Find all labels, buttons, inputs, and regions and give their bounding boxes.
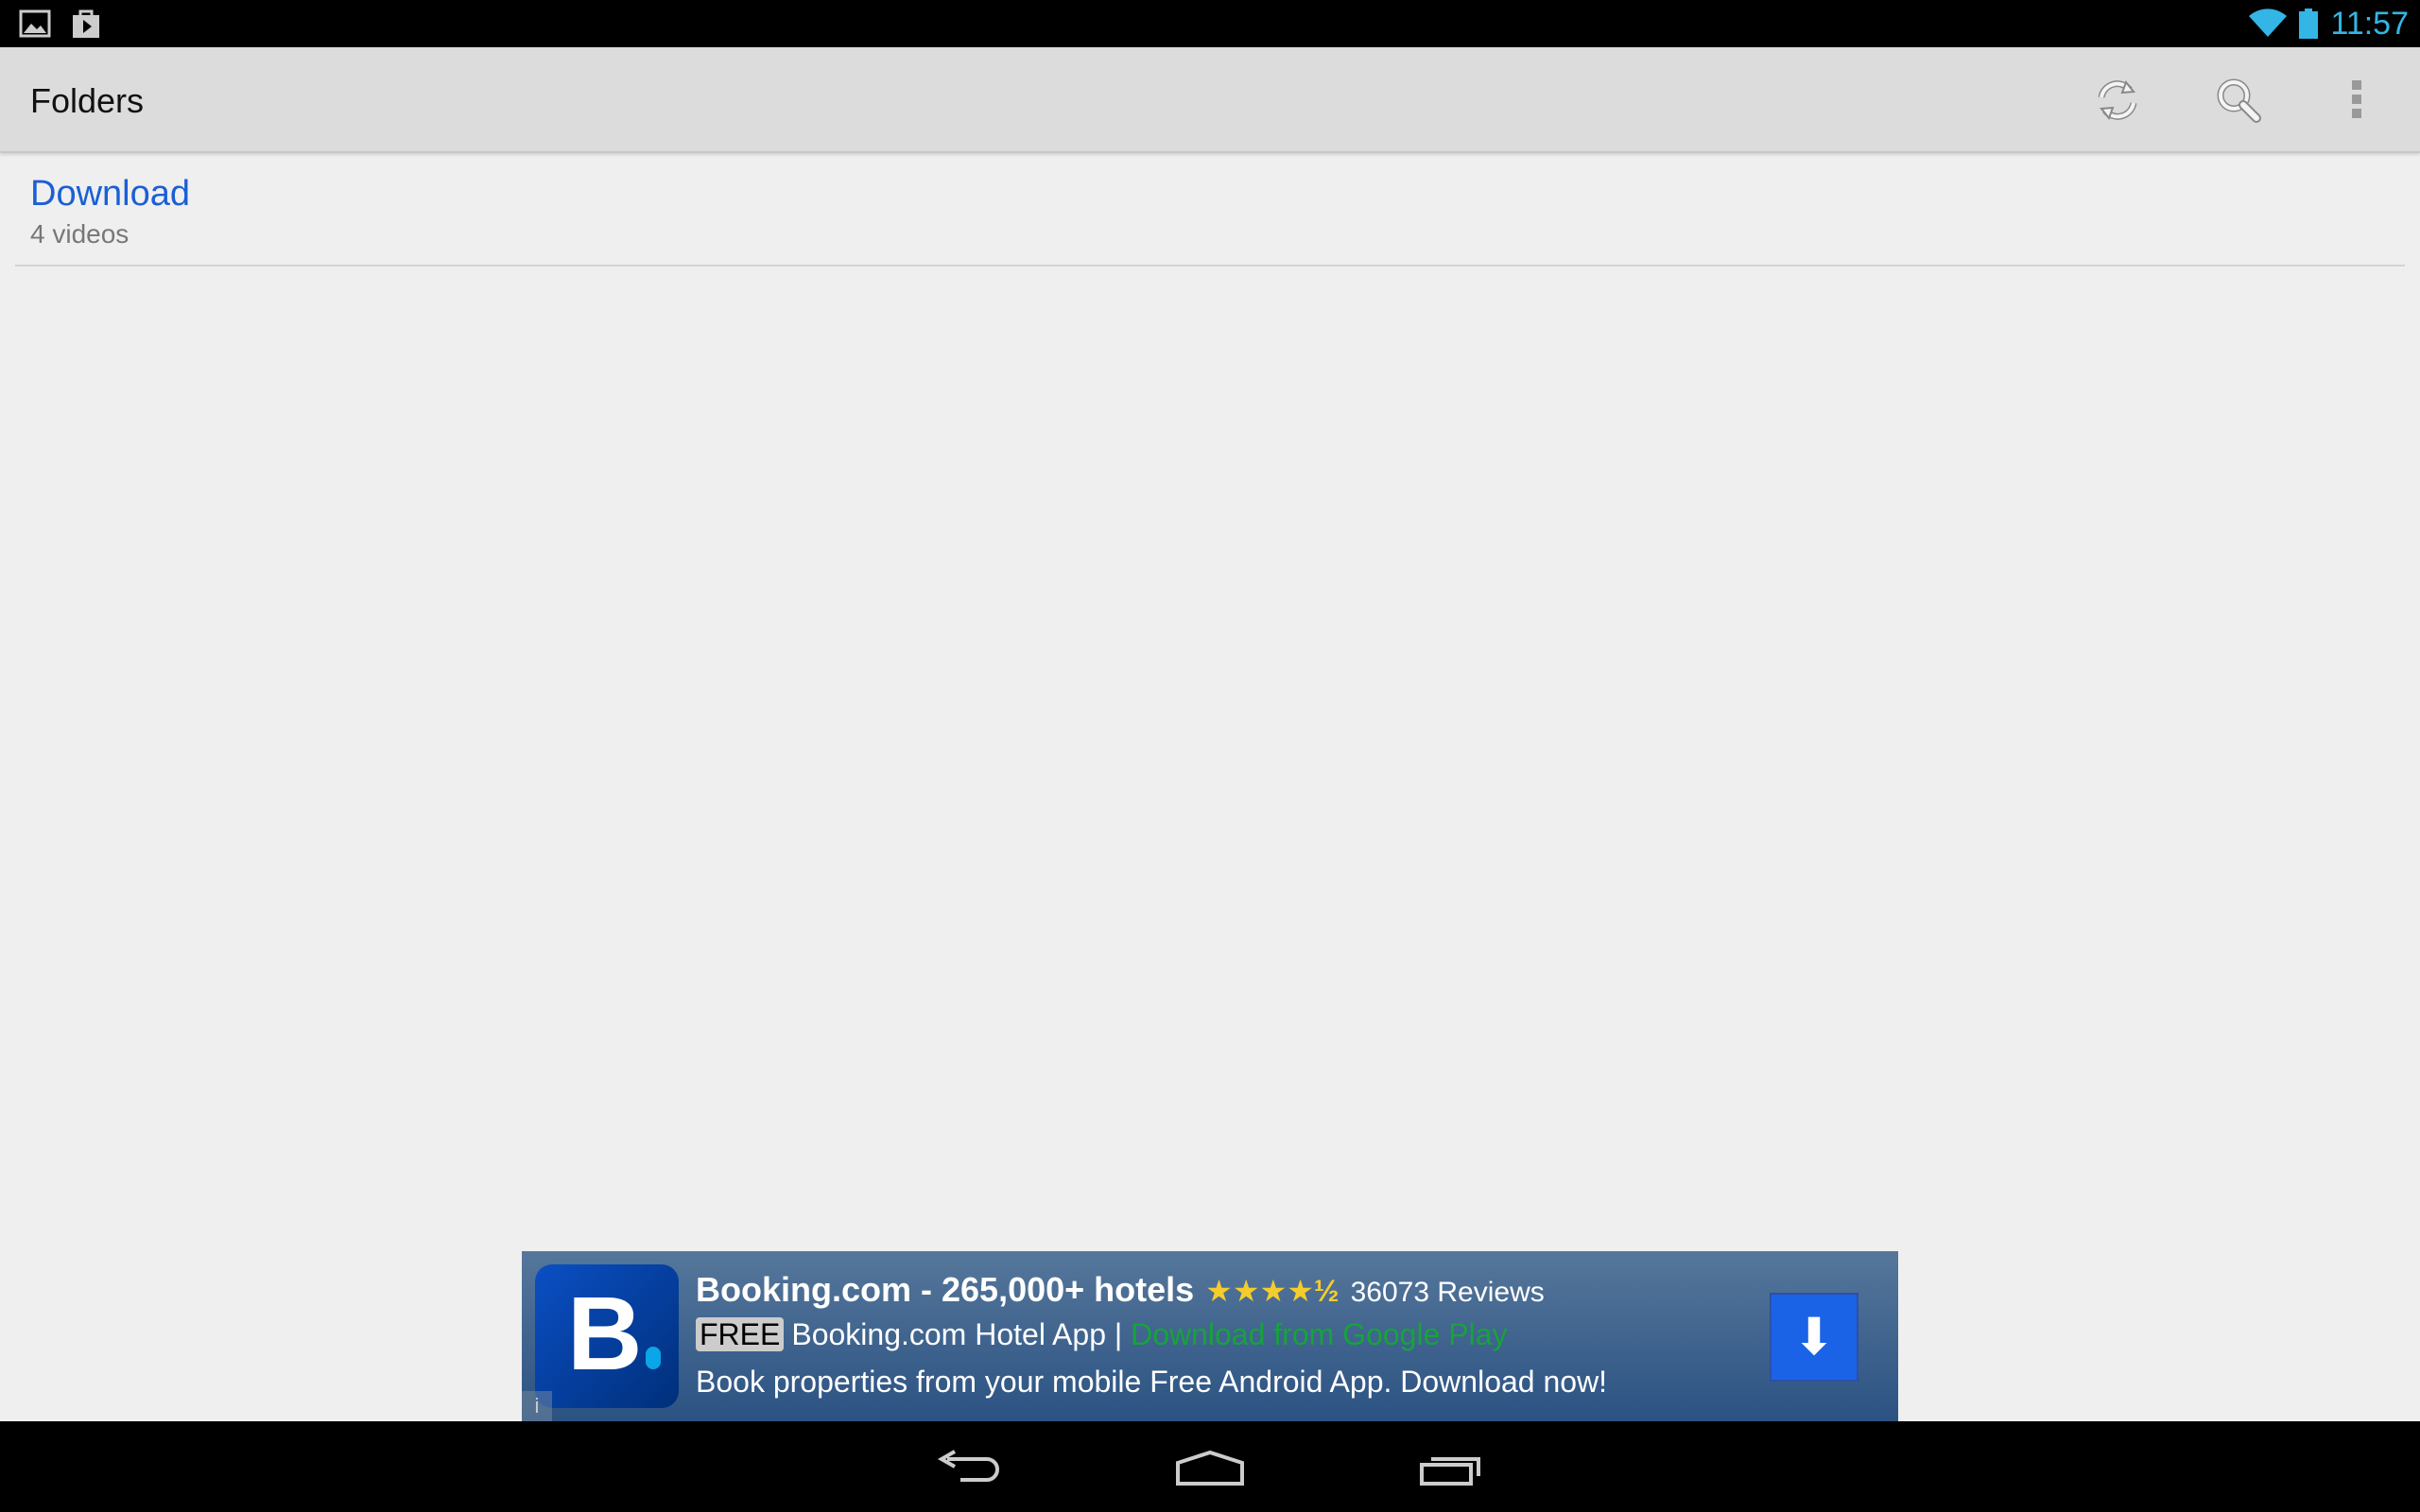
download-button[interactable]: ⬇ — [1770, 1293, 1858, 1382]
folder-item-download[interactable]: Download 4 videos — [15, 161, 2405, 266]
clock: 11:57 — [2330, 5, 2409, 42]
booking-logo: B — [535, 1264, 679, 1408]
download-arrow-icon: ⬇ — [1792, 1309, 1836, 1366]
ad-info-icon[interactable]: i — [522, 1391, 552, 1421]
ad-app-name: Booking.com Hotel App — [791, 1317, 1106, 1351]
back-button[interactable] — [925, 1440, 1010, 1497]
home-button[interactable] — [1167, 1440, 1253, 1497]
folder-name: Download — [30, 174, 190, 214]
folder-video-count: 4 videos — [30, 219, 130, 249]
separator: | — [1114, 1317, 1123, 1351]
image-icon — [19, 9, 51, 38]
battery-icon — [2299, 9, 2319, 39]
review-count: 36073 Reviews — [1350, 1277, 1545, 1308]
overflow-menu-icon — [2352, 80, 2361, 118]
refresh-icon — [2098, 79, 2137, 121]
search-button[interactable] — [2210, 72, 2267, 129]
status-bar: 11:57 — [0, 0, 2420, 47]
rating-stars: ★★★★½ — [1205, 1274, 1340, 1308]
wifi-icon — [2249, 9, 2288, 37]
recents-icon — [1420, 1457, 1480, 1486]
ad-description: Book properties from your mobile Free An… — [696, 1365, 1608, 1399]
overflow-menu-button[interactable] — [2329, 72, 2386, 129]
play-store-icon — [73, 9, 99, 38]
free-badge: FREE — [696, 1317, 785, 1351]
action-bar: Folders — [0, 47, 2420, 153]
ad-banner[interactable]: B i Booking.com - 265,000+ hotels ★★★★½ 36… — [522, 1251, 1898, 1421]
page-title: Folders — [30, 81, 145, 120]
home-icon — [1176, 1450, 1244, 1486]
google-play-link[interactable]: Download from Google Play — [1131, 1317, 1507, 1351]
refresh-button[interactable] — [2089, 72, 2146, 129]
navigation-bar — [0, 1421, 2420, 1512]
back-icon — [937, 1450, 999, 1482]
ad-title: Booking.com - 265,000+ hotels — [696, 1270, 1195, 1309]
search-icon — [2217, 78, 2261, 123]
recents-button[interactable] — [1410, 1440, 1495, 1497]
